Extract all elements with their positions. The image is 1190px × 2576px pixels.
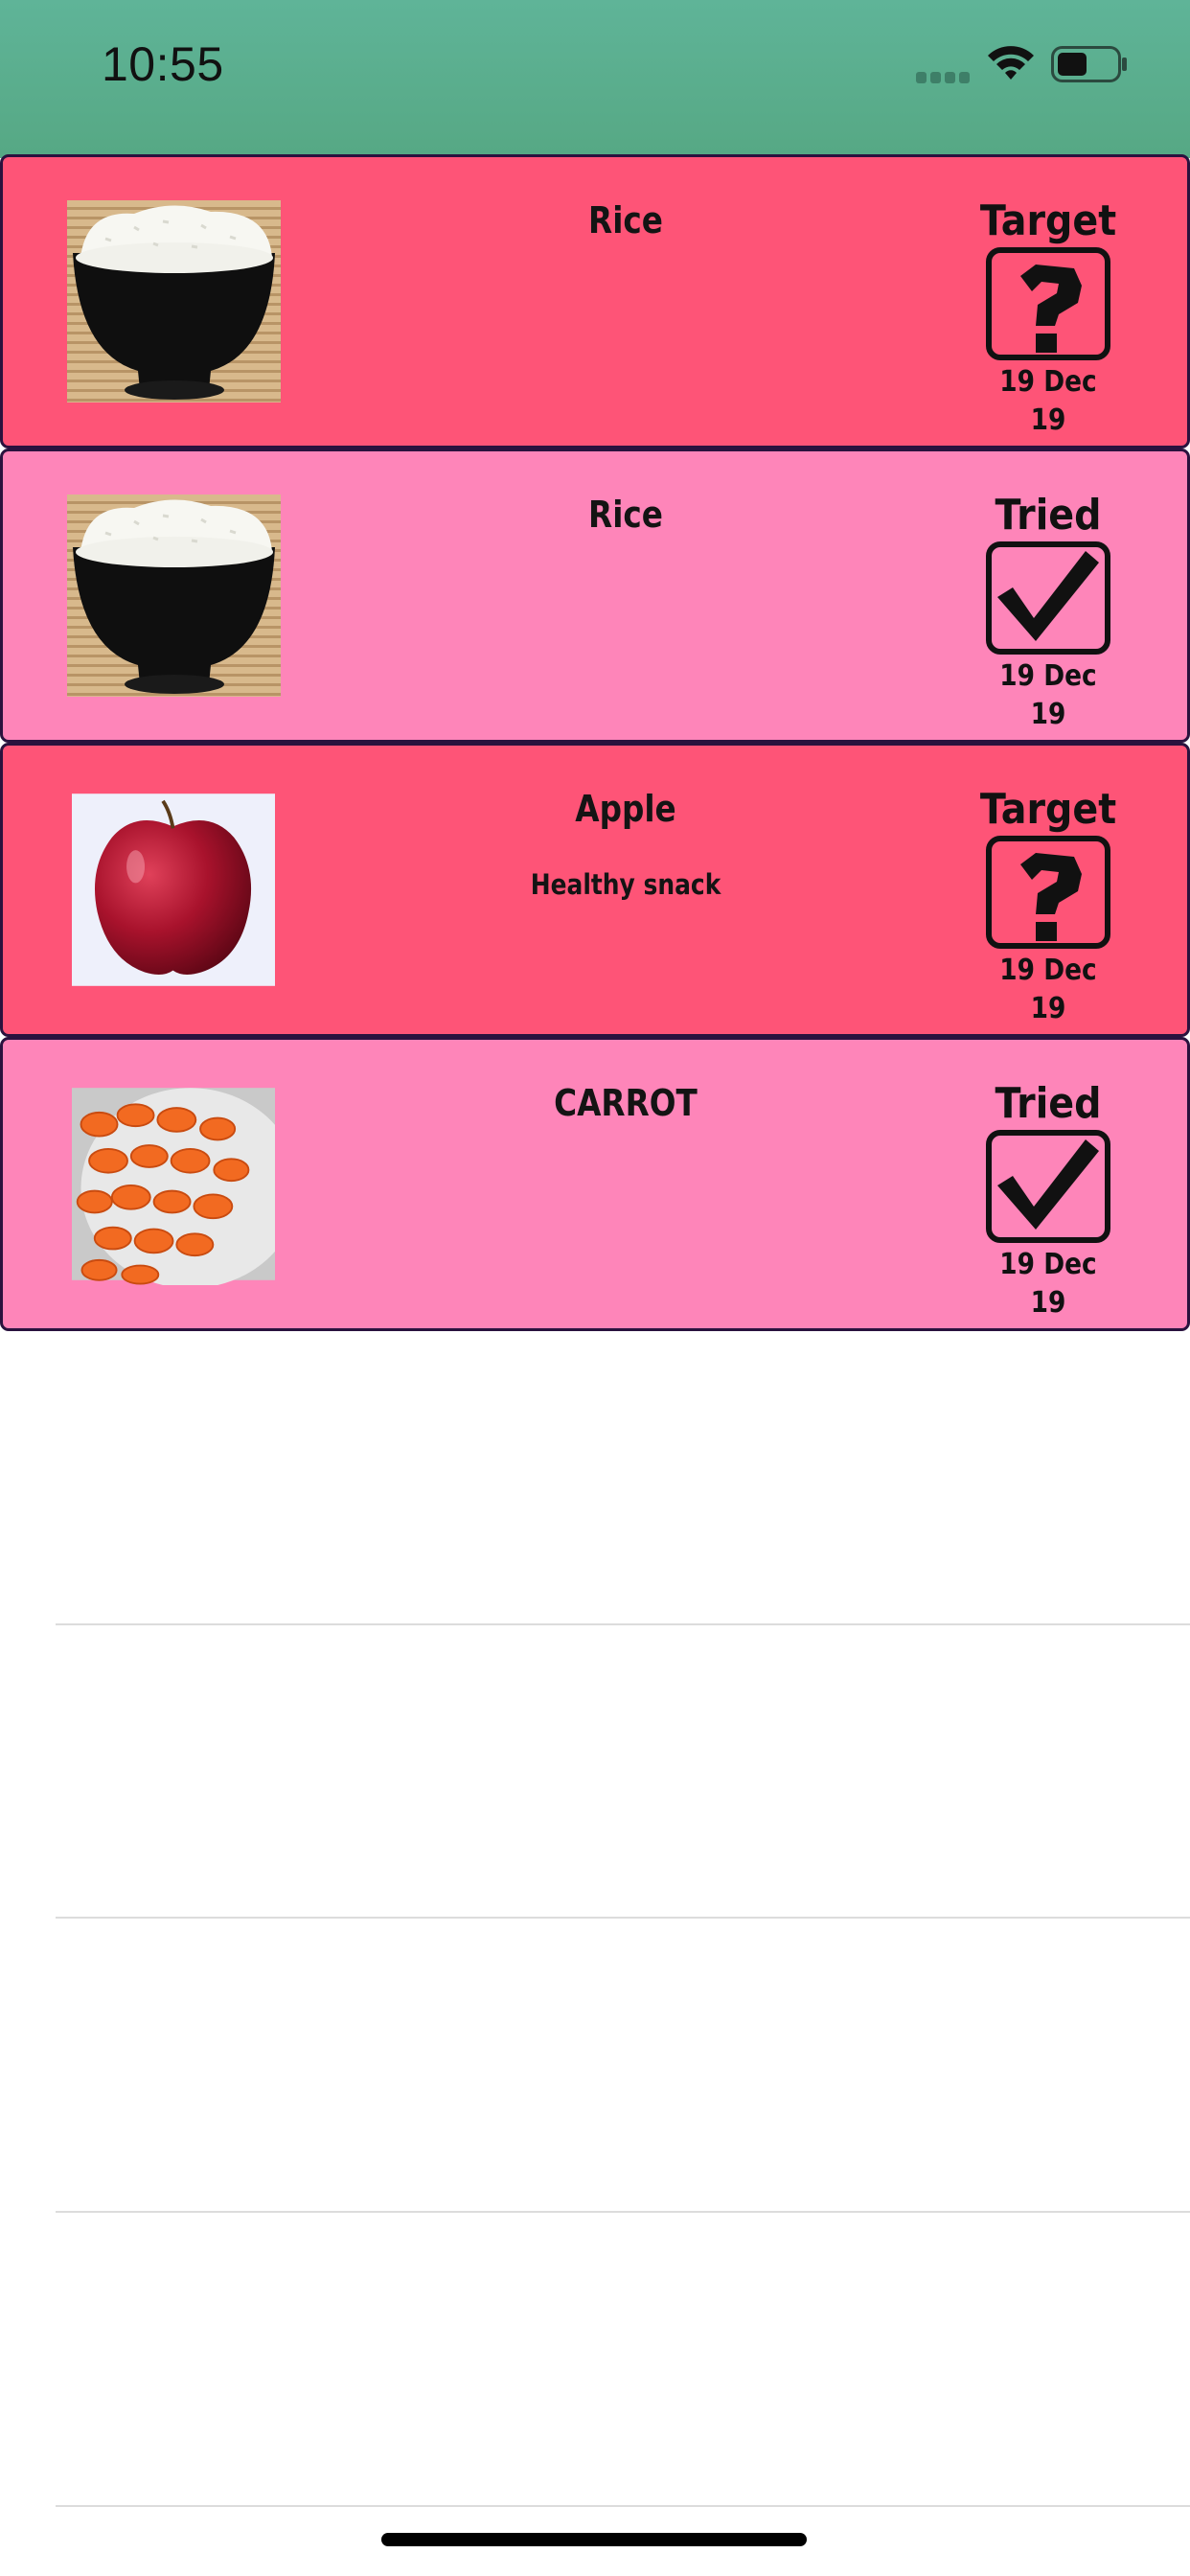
food-card[interactable]: CARROT Tried 19 Dec 19 (0, 1037, 1190, 1331)
food-list: Rice Target 19 Dec 19 Rice Tried 19 Dec … (0, 154, 1190, 1331)
status-time: 10:55 (102, 37, 224, 91)
battery-icon (1051, 46, 1127, 82)
food-card[interactable]: Rice Tried 19 Dec 19 (0, 448, 1190, 743)
food-status[interactable]: Target 19 Dec 19 (971, 786, 1126, 1028)
checkmark-box-icon (986, 1130, 1110, 1243)
question-mark-box-icon (986, 836, 1110, 949)
rice-bowl-photo (67, 200, 281, 402)
status-label: Target (979, 196, 1117, 245)
status-date: 19 Dec 19 (999, 954, 1097, 1025)
row-separator (56, 2211, 1190, 2213)
status-bar: 10:55 (0, 0, 1190, 158)
status-label: Tried (995, 491, 1102, 540)
rice-bowl-photo (67, 494, 281, 697)
food-name: CARROT (554, 1082, 698, 1124)
food-status[interactable]: Tried 19 Dec 19 (971, 1080, 1126, 1322)
status-label: Tried (995, 1079, 1102, 1128)
status-date: 19 Dec 19 (999, 365, 1097, 437)
red-apple-photo (72, 794, 275, 986)
row-separator (56, 1917, 1190, 1919)
food-status[interactable]: Target 19 Dec 19 (971, 197, 1126, 440)
food-card[interactable]: Apple Healthy snack Target 19 Dec 19 (0, 743, 1190, 1037)
food-name: Rice (588, 494, 663, 536)
food-note: Healthy snack (530, 868, 721, 901)
checkmark-box-icon (986, 541, 1110, 655)
status-date: 19 Dec 19 (999, 659, 1097, 731)
cellular-signal-icon (916, 72, 972, 83)
sliced-carrots-photo (72, 1088, 275, 1285)
food-status[interactable]: Tried 19 Dec 19 (971, 492, 1126, 734)
home-indicator[interactable] (381, 2533, 807, 2546)
status-label: Target (979, 785, 1117, 834)
food-name: Rice (588, 199, 663, 242)
question-mark-box-icon (986, 247, 1110, 360)
row-separator (56, 2505, 1190, 2507)
wifi-icon (988, 46, 1034, 80)
food-name: Apple (575, 788, 676, 830)
food-card[interactable]: Rice Target 19 Dec 19 (0, 154, 1190, 448)
status-date: 19 Dec 19 (999, 1248, 1097, 1320)
row-separator (56, 1623, 1190, 1625)
